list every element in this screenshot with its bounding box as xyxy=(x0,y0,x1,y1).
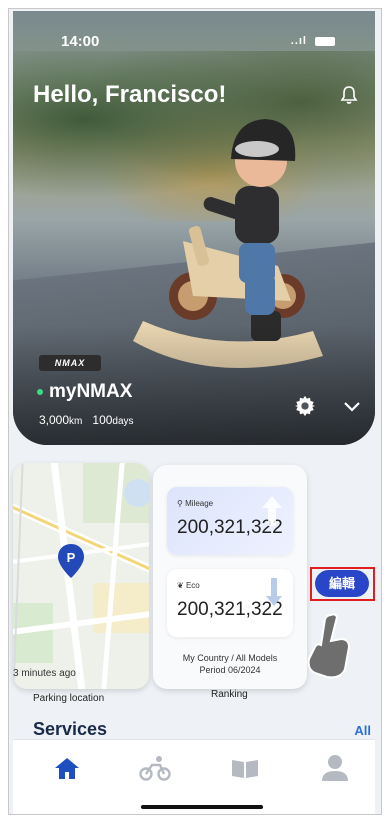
parking-pin-icon: P xyxy=(58,544,84,578)
online-status-dot xyxy=(37,389,43,395)
chevron-down-icon[interactable] xyxy=(343,399,361,413)
book-icon xyxy=(232,760,258,778)
ranking-period: Period 06/2024 xyxy=(199,665,261,675)
mileage-label: ⚲ Mileage xyxy=(177,499,213,508)
tab-profile[interactable] xyxy=(319,752,351,784)
hero-banner[interactable]: 14:00 ..ıl Hello, Francisco! NMAX myNMAX… xyxy=(13,11,375,445)
ranking-card[interactable]: ⚲ Mileage 200,321,322 ❦ Eco 200,321,322 … xyxy=(153,465,307,689)
bike-name: myNMAX xyxy=(49,381,133,402)
eco-box: ❦ Eco 200,321,322 xyxy=(167,569,293,637)
bike-stats: 3,000km 100days xyxy=(39,413,134,427)
km-unit: km xyxy=(69,416,83,427)
gear-icon[interactable] xyxy=(294,395,316,417)
battery-icon xyxy=(315,37,335,46)
parking-map-card[interactable]: P 3 minutes ago xyxy=(13,463,149,689)
services-heading: Services xyxy=(33,719,108,739)
app-screen: 14:00 ..ıl Hello, Francisco! NMAX myNMAX… xyxy=(8,8,382,815)
tab-manual[interactable] xyxy=(229,752,261,784)
days-unit: days xyxy=(112,416,134,427)
greeting-title: Hello, Francisco! xyxy=(33,81,227,108)
bottom-tab-bar xyxy=(13,739,375,814)
svg-text:P: P xyxy=(67,550,76,565)
home-icon xyxy=(55,758,79,779)
km-value: 3,000 xyxy=(39,413,70,427)
signal-icon: ..ıl xyxy=(290,35,307,47)
pointing-hand-icon xyxy=(307,613,351,679)
mileage-box: ⚲ Mileage 200,321,322 xyxy=(167,487,293,555)
tab-home[interactable] xyxy=(51,752,83,784)
bike-icon xyxy=(139,756,171,781)
profile-icon xyxy=(322,755,348,781)
eco-label: ❦ Eco xyxy=(177,581,200,590)
arrow-down-icon xyxy=(266,578,282,606)
parking-location-label: Parking location xyxy=(33,693,105,704)
mileage-label-text: Mileage xyxy=(185,499,214,508)
services-all-link[interactable]: All xyxy=(354,723,371,738)
eco-label-text: Eco xyxy=(185,581,200,590)
brand-logo: NMAX xyxy=(39,355,101,371)
pin-icon: ⚲ xyxy=(177,499,183,508)
parking-time-ago: 3 minutes ago xyxy=(13,668,76,679)
bike-title[interactable]: myNMAX xyxy=(37,381,132,403)
status-time: 14:00 xyxy=(61,33,100,50)
arrow-up-icon xyxy=(262,496,282,526)
leaf-icon: ❦ xyxy=(177,581,184,590)
tab-my-bike[interactable] xyxy=(139,752,171,784)
bell-icon[interactable] xyxy=(339,85,359,105)
days-value: 100 xyxy=(92,413,113,427)
ranking-label: Ranking xyxy=(211,689,248,700)
edit-button[interactable]: 編輯 xyxy=(315,570,369,597)
ranking-scope: My Country / All Models xyxy=(182,653,278,663)
home-indicator xyxy=(141,805,263,809)
